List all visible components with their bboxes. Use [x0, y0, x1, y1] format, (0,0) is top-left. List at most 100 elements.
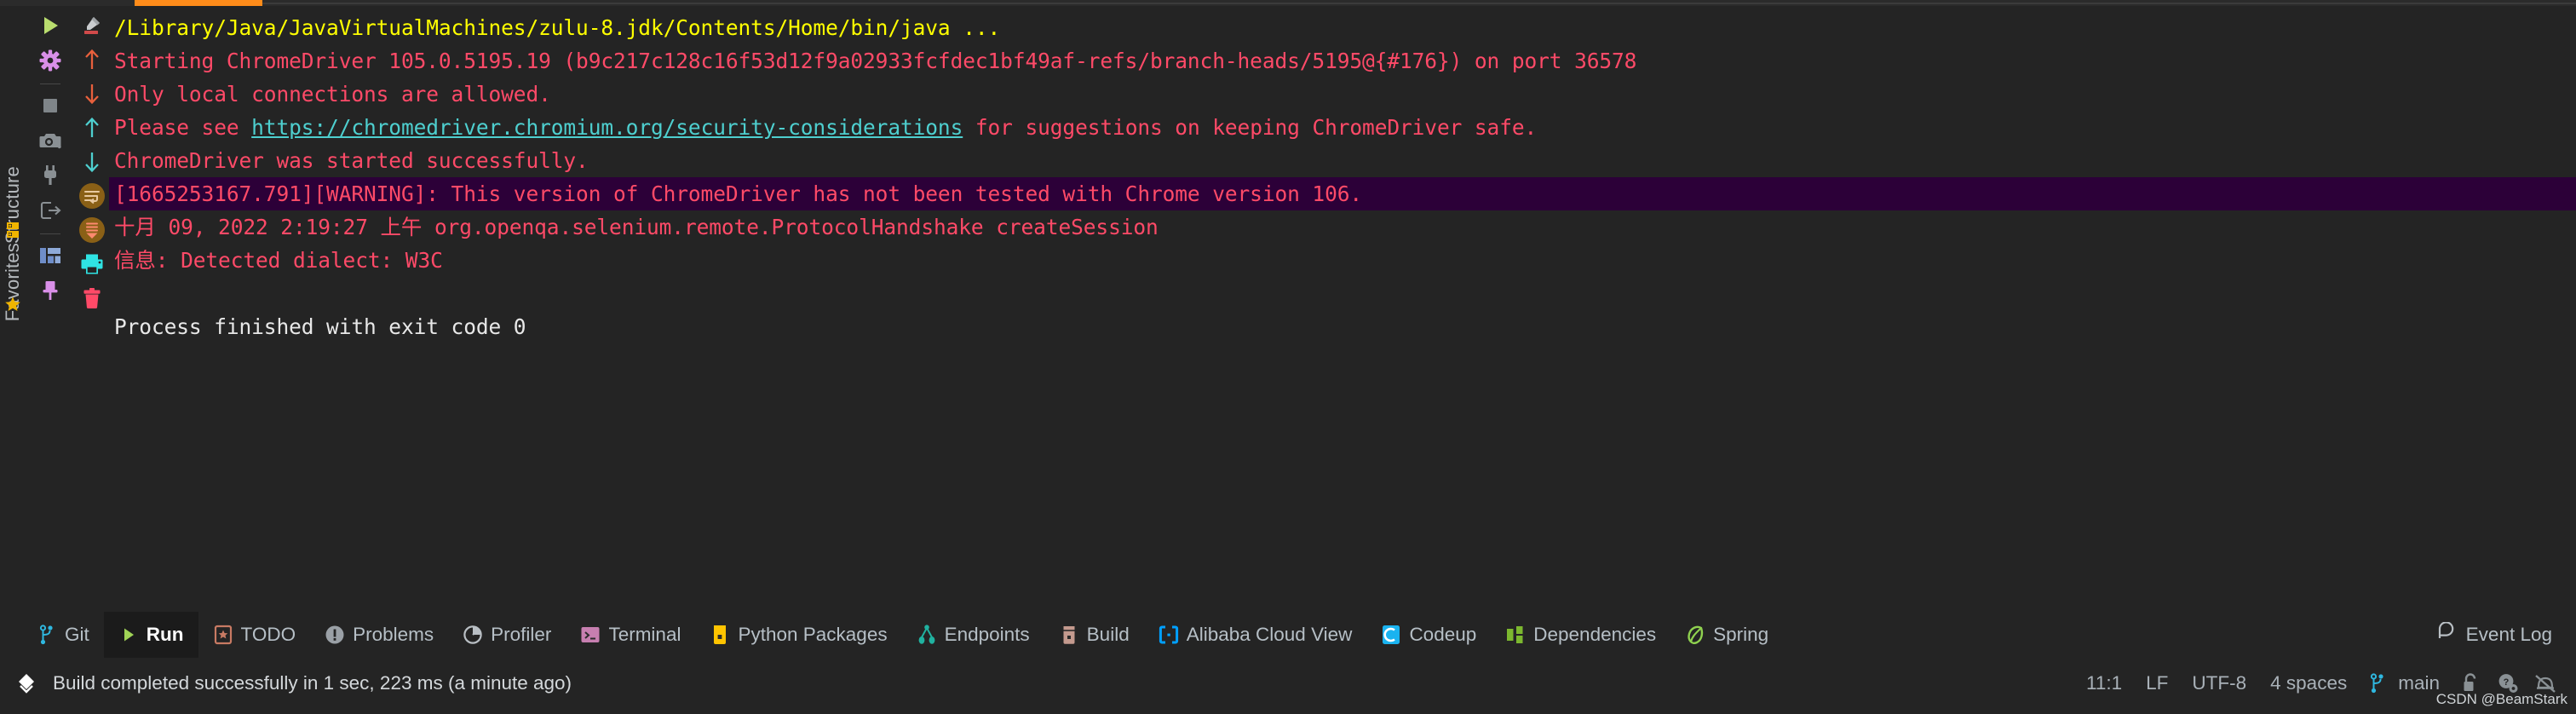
- event-log-icon: [2437, 621, 2458, 648]
- console-output[interactable]: /Library/Java/JavaVirtualMachines/zulu-8…: [109, 6, 2576, 612]
- next-occurrence-down-button[interactable]: [78, 79, 106, 108]
- spring-leaf-icon: [1685, 625, 1705, 645]
- tab-spring[interactable]: Spring: [1670, 612, 1783, 658]
- pin-tab-button[interactable]: [36, 276, 65, 305]
- tab-alibaba-cloud-view[interactable]: Alibaba Cloud View: [1144, 612, 1367, 658]
- soft-wrap-button[interactable]: [78, 181, 106, 210]
- build-icon: [1059, 625, 1079, 645]
- export-button[interactable]: [36, 196, 65, 225]
- run-configurations-button[interactable]: [36, 46, 65, 75]
- codeup-icon: [1381, 625, 1401, 645]
- rerun-button[interactable]: [36, 11, 65, 40]
- tab-profiler[interactable]: Profiler: [448, 612, 566, 658]
- top-rail-divider: [262, 3, 2576, 4]
- play-icon: [118, 625, 139, 645]
- run-toolbar: [26, 6, 75, 612]
- main-body: Structure Favorites /Library/Java/JavaVi…: [0, 0, 2576, 612]
- file-encoding[interactable]: UTF-8: [2180, 672, 2258, 694]
- scroll-to-end-button[interactable]: [78, 216, 106, 245]
- tab-todo[interactable]: TODO: [198, 612, 311, 658]
- tab-label: Run: [146, 624, 184, 645]
- inspections-icon[interactable]: ?: [2493, 669, 2522, 698]
- tab-dependencies[interactable]: Dependencies: [1491, 612, 1670, 658]
- tab-label: TODO: [240, 624, 296, 645]
- toolbar-divider: [40, 83, 60, 84]
- screenshot-button[interactable]: [36, 126, 65, 155]
- console-line-local-connections: Only local connections are allowed.: [114, 82, 551, 107]
- clear-all-button[interactable]: [78, 284, 106, 313]
- security-note-prefix: Please see: [114, 115, 252, 140]
- console-line-dialect: 信息: Detected dialect: W3C: [114, 248, 443, 273]
- toolbar-divider-2: [40, 233, 60, 234]
- tab-build[interactable]: Build: [1044, 612, 1144, 658]
- notifications-mute-icon[interactable]: [2531, 669, 2560, 698]
- next-message-down-button[interactable]: [78, 147, 106, 176]
- tab-label: Profiler: [491, 624, 552, 645]
- print-button[interactable]: [78, 250, 106, 279]
- stop-button[interactable]: [36, 91, 65, 120]
- console-line-exit-code: Process finished with exit code 0: [114, 314, 526, 339]
- favorites-star-icon: [4, 296, 21, 317]
- todo-icon: [213, 625, 233, 645]
- tab-run[interactable]: Run: [103, 612, 198, 658]
- tab-label: Alibaba Cloud View: [1186, 624, 1353, 645]
- console-line-chromedriver-start: Starting ChromeDriver 105.0.5195.19 (b9c…: [114, 49, 1637, 73]
- caret-position[interactable]: 11:1: [2074, 672, 2134, 694]
- tab-label: Dependencies: [1533, 624, 1657, 645]
- warning-circle-icon: [325, 625, 345, 645]
- active-tab-accent: [135, 0, 262, 6]
- layout-button[interactable]: [36, 241, 65, 270]
- tool-window-tab-bar: Git Run TODO Problems Profiler Terminal …: [0, 612, 2576, 658]
- tab-endpoints[interactable]: Endpoints: [902, 612, 1044, 658]
- status-bar-right: 11:1 LF UTF-8 4 spaces main ?: [2074, 669, 2564, 698]
- event-log-label: Event Log: [2465, 624, 2552, 645]
- console-line-command: /Library/Java/JavaVirtualMachines/zulu-8…: [114, 15, 1001, 40]
- console-line-started-successfully: ChromeDriver was started successfully.: [114, 148, 589, 173]
- tab-label: Problems: [353, 624, 434, 645]
- tab-label: Python Packages: [738, 624, 888, 645]
- console-line-security-note: Please see https://chromedriver.chromium…: [109, 111, 2576, 144]
- tab-label: Endpoints: [944, 624, 1030, 645]
- alibaba-cloud-icon: [1159, 625, 1179, 645]
- prev-occurrence-up-button[interactable]: [78, 45, 106, 74]
- console-gutter-toolbar: [75, 6, 109, 612]
- endpoints-icon: [917, 625, 937, 645]
- tab-event-log[interactable]: Event Log: [2437, 621, 2552, 648]
- dependencies-icon: [1505, 625, 1526, 645]
- indent-setting[interactable]: 4 spaces: [2258, 672, 2359, 694]
- tool-window-top-strip: [0, 0, 2576, 6]
- tab-label: Build: [1086, 624, 1130, 645]
- structure-mark-icon: [6, 221, 20, 244]
- tab-git[interactable]: Git: [22, 612, 104, 658]
- git-branch-icon: [2363, 669, 2392, 698]
- left-tool-stripe: Structure Favorites: [0, 6, 26, 612]
- status-bar: Build completed successfully in 1 sec, 2…: [0, 658, 2576, 708]
- terminal-icon: [580, 625, 601, 645]
- tab-problems[interactable]: Problems: [310, 612, 448, 658]
- package-icon: [710, 625, 730, 645]
- tab-label: Git: [65, 624, 89, 645]
- svg-text:?: ?: [2504, 677, 2510, 688]
- tab-label: Terminal: [608, 624, 681, 645]
- tab-codeup[interactable]: Codeup: [1366, 612, 1491, 658]
- read-only-lock-icon[interactable]: [2456, 669, 2485, 698]
- edit-source-button[interactable]: [78, 11, 106, 40]
- line-separator[interactable]: LF: [2134, 672, 2180, 694]
- intellij-window: Structure Favorites /Library/Java/JavaVi…: [0, 0, 2576, 714]
- git-branch-label[interactable]: main: [2396, 672, 2452, 694]
- git-branch-icon: [37, 625, 57, 645]
- console-line-warning: [1665253167.791][WARNING]: This version …: [109, 177, 2576, 210]
- tab-python-packages[interactable]: Python Packages: [695, 612, 901, 658]
- tab-label: Codeup: [1409, 624, 1477, 645]
- build-status-message: Build completed successfully in 1 sec, 2…: [53, 671, 572, 694]
- chromedriver-security-link[interactable]: https://chromedriver.chromium.org/securi…: [251, 115, 963, 140]
- profiler-icon: [463, 625, 483, 645]
- console-line-protocol-handshake: 十月 09, 2022 2:19:27 上午 org.openqa.seleni…: [114, 215, 1159, 239]
- attach-profiler-button[interactable]: [36, 161, 65, 190]
- tab-label: Spring: [1713, 624, 1769, 645]
- security-note-suffix: for suggestions on keeping ChromeDriver …: [963, 115, 1538, 140]
- tab-terminal[interactable]: Terminal: [566, 612, 695, 658]
- prev-message-up-button[interactable]: [78, 113, 106, 142]
- build-diamond-icon: [15, 671, 39, 695]
